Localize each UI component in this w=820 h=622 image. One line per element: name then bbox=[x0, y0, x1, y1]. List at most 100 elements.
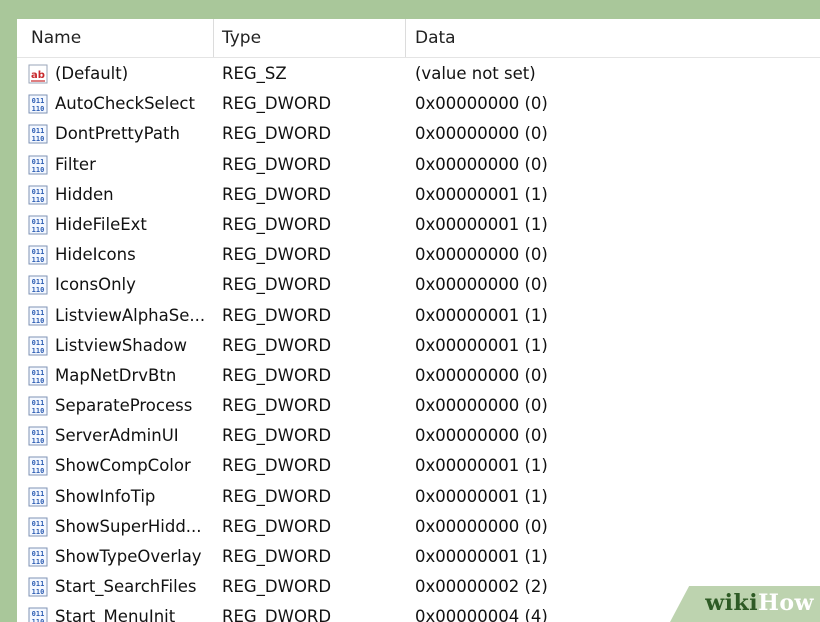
value-type-cell: REG_DWORD bbox=[222, 335, 332, 355]
registry-values-pane[interactable]: Name Type Data ab (Default) REG_SZ (value n… bbox=[17, 19, 820, 622]
svg-text:011: 011 bbox=[32, 97, 45, 105]
value-name-cell: Hidden bbox=[55, 184, 114, 204]
column-divider-type-data[interactable] bbox=[405, 19, 406, 57]
wikihow-watermark: wikiHow bbox=[705, 590, 814, 616]
screenshot-frame: Name Type Data ab (Default) REG_SZ (value n… bbox=[0, 0, 820, 622]
value-data-cell: 0x00000001 (1) bbox=[415, 184, 548, 204]
value-type-cell: REG_DWORD bbox=[222, 305, 332, 325]
dword-value-icon: 011110 bbox=[28, 245, 48, 265]
value-type-cell: REG_DWORD bbox=[222, 607, 332, 622]
dword-value-icon: 011110 bbox=[28, 487, 48, 507]
value-data-cell: 0x00000000 (0) bbox=[415, 396, 548, 416]
table-row[interactable]: 011 110 ShowTypeOverlay REG_DWORD 0x00000001… bbox=[17, 542, 820, 572]
svg-text:110: 110 bbox=[32, 467, 45, 475]
value-name-cell: Start_MenuInit bbox=[55, 607, 176, 622]
column-header-data[interactable]: Data bbox=[415, 19, 456, 57]
table-row[interactable]: 011 110 HideIcons REG_DWORD 0x00000000 (0) bbox=[17, 240, 820, 270]
table-row[interactable]: 011 110 Filter REG_DWORD 0x00000000 (0) bbox=[17, 150, 820, 180]
dword-value-icon: 011110 bbox=[28, 124, 48, 144]
value-type-cell: REG_DWORD bbox=[222, 396, 332, 416]
table-row[interactable]: ab (Default) REG_SZ (value not set) bbox=[17, 59, 820, 89]
svg-text:011: 011 bbox=[32, 490, 45, 498]
svg-text:110: 110 bbox=[32, 347, 45, 355]
column-header-name[interactable]: Name bbox=[31, 19, 81, 57]
dword-value-icon: 011110 bbox=[28, 577, 48, 597]
dword-value-icon: 011110 bbox=[28, 306, 48, 326]
value-data-cell: 0x00000000 (0) bbox=[415, 245, 548, 265]
table-row[interactable]: 011 110 DontPrettyPath REG_DWORD 0x00000000 … bbox=[17, 119, 820, 149]
value-type-cell: REG_DWORD bbox=[222, 124, 332, 144]
registry-value-list: ab (Default) REG_SZ (value not set) 011 110 Au… bbox=[17, 59, 820, 622]
value-name-cell: SeparateProcess bbox=[55, 396, 193, 416]
value-type-cell: REG_DWORD bbox=[222, 456, 332, 476]
value-type-cell: REG_DWORD bbox=[222, 275, 332, 295]
value-data-cell: 0x00000001 (1) bbox=[415, 214, 548, 234]
value-type-cell: REG_DWORD bbox=[222, 245, 332, 265]
svg-text:110: 110 bbox=[32, 166, 45, 174]
table-row[interactable]: 011 110 IconsOnly REG_DWORD 0x00000000 (0) bbox=[17, 270, 820, 300]
dword-value-icon: 011110 bbox=[28, 94, 48, 114]
value-type-cell: REG_DWORD bbox=[222, 547, 332, 566]
value-data-cell: 0x00000000 (0) bbox=[415, 124, 548, 144]
value-data-cell: 0x00000000 (0) bbox=[415, 426, 548, 446]
value-name-cell: ShowSuperHidd... bbox=[55, 516, 202, 536]
svg-text:011: 011 bbox=[32, 158, 45, 166]
svg-text:011: 011 bbox=[32, 248, 45, 256]
dword-value-icon: 011110 bbox=[28, 275, 48, 295]
svg-text:011: 011 bbox=[32, 339, 45, 347]
value-data-cell: (value not set) bbox=[415, 64, 536, 83]
dword-value-icon: 011110 bbox=[28, 517, 48, 537]
svg-text:011: 011 bbox=[32, 459, 45, 467]
value-data-cell: 0x00000001 (1) bbox=[415, 547, 548, 566]
value-type-cell: REG_DWORD bbox=[222, 184, 332, 204]
svg-text:011: 011 bbox=[32, 580, 45, 588]
value-type-cell: REG_DWORD bbox=[222, 154, 332, 174]
value-data-cell: 0x00000001 (1) bbox=[415, 486, 548, 506]
value-type-cell: REG_DWORD bbox=[222, 516, 332, 536]
value-type-cell: REG_DWORD bbox=[222, 94, 332, 114]
svg-text:011: 011 bbox=[32, 520, 45, 528]
dword-value-icon: 011110 bbox=[28, 396, 48, 416]
value-name-cell: Filter bbox=[55, 154, 96, 174]
value-name-cell: ServerAdminUI bbox=[55, 426, 179, 446]
dword-value-icon: 011110 bbox=[28, 547, 48, 567]
value-name-cell: (Default) bbox=[55, 64, 129, 83]
table-row[interactable]: 011 110 ShowInfoTip REG_DWORD 0x00000001 (1) bbox=[17, 482, 820, 512]
svg-text:110: 110 bbox=[32, 558, 45, 566]
value-data-cell: 0x00000000 (0) bbox=[415, 94, 548, 114]
table-row[interactable]: 011 110 MapNetDrvBtn REG_DWORD 0x00000000 (0… bbox=[17, 361, 820, 391]
column-header-type[interactable]: Type bbox=[222, 19, 261, 57]
table-row[interactable]: 011 110 HideFileExt REG_DWORD 0x00000001 (1) bbox=[17, 210, 820, 240]
svg-text:011: 011 bbox=[32, 278, 45, 286]
value-data-cell: 0x00000001 (1) bbox=[415, 456, 548, 476]
table-row[interactable]: 011 110 Hidden REG_DWORD 0x00000001 (1) bbox=[17, 180, 820, 210]
dword-value-icon: 011110 bbox=[28, 185, 48, 205]
value-name-cell: Start_SearchFiles bbox=[55, 577, 197, 597]
table-row[interactable]: 011 110 ShowCompColor REG_DWORD 0x00000001 (… bbox=[17, 451, 820, 481]
value-type-cell: REG_DWORD bbox=[222, 577, 332, 597]
value-name-cell: ListviewShadow bbox=[55, 335, 187, 355]
string-value-icon: ab bbox=[28, 64, 48, 84]
table-row[interactable]: 011 110 SeparateProcess REG_DWORD 0x00000000… bbox=[17, 391, 820, 421]
svg-text:011: 011 bbox=[32, 218, 45, 226]
dword-value-icon: 011110 bbox=[28, 155, 48, 175]
value-name-cell: HideFileExt bbox=[55, 214, 147, 234]
value-name-cell: ListviewAlphaSe... bbox=[55, 305, 206, 325]
svg-text:110: 110 bbox=[32, 618, 45, 622]
value-name-cell: ShowInfoTip bbox=[55, 486, 156, 506]
svg-text:110: 110 bbox=[32, 256, 45, 264]
svg-text:011: 011 bbox=[32, 369, 45, 377]
svg-text:011: 011 bbox=[32, 550, 45, 558]
table-row[interactable]: 011 110 ShowSuperHidd... REG_DWORD 0x0000000… bbox=[17, 512, 820, 542]
watermark-how: How bbox=[758, 590, 814, 616]
table-row[interactable]: 011 110 AutoCheckSelect REG_DWORD 0x00000000… bbox=[17, 89, 820, 119]
svg-text:110: 110 bbox=[32, 377, 45, 385]
dword-value-icon: 011110 bbox=[28, 607, 48, 622]
table-row[interactable]: 011 110 ServerAdminUI REG_DWORD 0x00000000 (… bbox=[17, 421, 820, 451]
table-row[interactable]: 011 110 ListviewAlphaSe... REG_DWORD 0x00000… bbox=[17, 301, 820, 331]
table-row[interactable]: 011 110 ListviewShadow REG_DWORD 0x00000001 … bbox=[17, 331, 820, 361]
value-name-cell: HideIcons bbox=[55, 245, 136, 265]
column-divider-name-type[interactable] bbox=[213, 19, 214, 57]
value-name-cell: IconsOnly bbox=[55, 275, 136, 295]
svg-text:110: 110 bbox=[32, 317, 45, 325]
